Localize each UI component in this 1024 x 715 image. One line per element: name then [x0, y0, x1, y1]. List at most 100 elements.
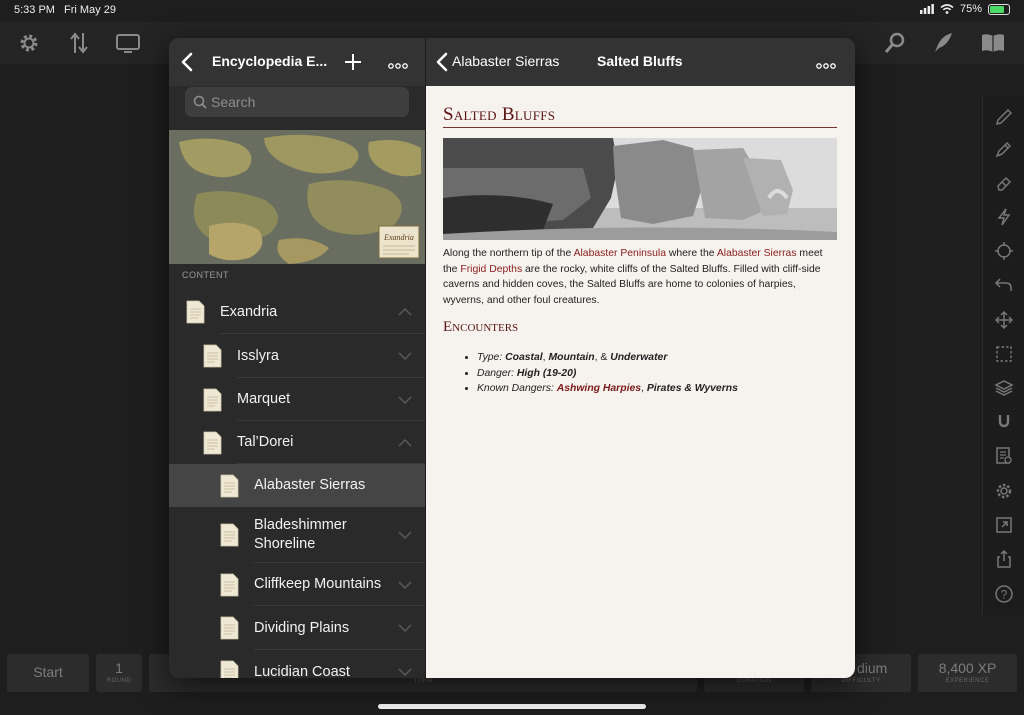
tree-item[interactable]: Bladeshimmer Shoreline — [169, 507, 425, 563]
article-nav-title: Salted Bluffs — [597, 53, 683, 69]
cliffs-photo[interactable] — [443, 138, 837, 240]
tree-item[interactable]: Alabaster Sierras — [169, 464, 425, 507]
tree-item[interactable]: Marquet — [169, 378, 425, 421]
pencil-icon[interactable] — [992, 105, 1016, 129]
chevron-down-icon[interactable] — [397, 530, 413, 540]
search-placeholder: Search — [211, 94, 256, 110]
book-icon[interactable] — [980, 30, 1006, 56]
type-label: Type: — [477, 352, 503, 363]
sidebar-nav-bar: Encyclopedia E... — [169, 38, 425, 86]
tree-item-label: Tal’Dorei — [237, 434, 294, 450]
document-icon — [203, 431, 222, 454]
tree-item[interactable]: Isslyra — [169, 334, 425, 378]
type-value: Underwater — [610, 352, 668, 363]
sidebar-title: Encyclopedia E... — [212, 53, 328, 69]
quill-icon[interactable] — [930, 30, 956, 56]
undo-icon[interactable] — [992, 273, 1016, 297]
chevron-down-icon[interactable] — [397, 395, 413, 405]
notes-icon[interactable] — [992, 444, 1016, 468]
battery-percent: 75% — [959, 3, 982, 15]
search-input[interactable]: Search — [185, 87, 409, 117]
chevron-up-icon[interactable] — [397, 307, 413, 317]
eraser-icon[interactable] — [992, 171, 1016, 195]
document-icon — [203, 388, 222, 411]
battery-icon — [988, 3, 1010, 15]
svg-text:?: ? — [1001, 588, 1008, 602]
danger-value: High (19-20) — [516, 367, 577, 379]
start-button[interactable]: Start — [7, 654, 89, 692]
link-alabaster-sierras[interactable]: Alabaster Sierras — [717, 248, 797, 259]
section-header: CONTENT — [182, 270, 229, 280]
tree-item[interactable]: Tal’Dorei — [169, 421, 425, 464]
display-icon[interactable] — [115, 30, 141, 56]
link-ashwing-harpies[interactable]: Ashwing Harpies — [557, 383, 641, 394]
tree-item-label: Dividing Plains — [254, 619, 350, 636]
body-text: Along the northern tip of the — [443, 248, 574, 259]
tool-rail: ? — [982, 95, 1024, 615]
resize-icon[interactable] — [992, 513, 1016, 537]
document-icon — [220, 660, 239, 678]
signal-icon — [919, 4, 934, 14]
article-pane: Alabaster Sierras Salted Bluffs Salted B… — [426, 38, 855, 678]
share-icon[interactable] — [992, 547, 1016, 571]
list-item: Danger: High (19-20) — [477, 366, 841, 382]
tree-item[interactable]: Cliffkeep Mountains — [169, 563, 425, 606]
tree-item[interactable]: Lucidian Coast — [169, 650, 425, 678]
marker-icon[interactable] — [992, 137, 1016, 161]
encyclopedia-sidebar: Encyclopedia E... Search Exandria CONTEN… — [169, 38, 426, 678]
document-icon — [186, 300, 205, 324]
chevron-down-icon[interactable] — [397, 623, 413, 633]
link-alabaster-peninsula[interactable]: Alabaster Peninsula — [574, 248, 666, 259]
document-icon — [203, 344, 222, 368]
crosshair-icon[interactable] — [992, 239, 1016, 263]
tree-item-label: Marquet — [237, 391, 291, 407]
article-body: Salted Bluffs Along the northern tip of … — [426, 86, 855, 678]
sync-arrows-icon[interactable] — [66, 30, 92, 56]
home-indicator[interactable] — [378, 704, 646, 709]
chevron-up-icon[interactable] — [397, 438, 413, 448]
select-icon[interactable] — [992, 342, 1016, 366]
more-icon[interactable] — [815, 57, 837, 69]
list-item: Known Dangers: Ashwing Harpies, Pirates … — [477, 381, 841, 397]
body-text: where the — [665, 248, 717, 259]
back-chevron-icon[interactable] — [177, 51, 199, 73]
encyclopedia-popover: Encyclopedia E... Search Exandria CONTEN… — [169, 38, 855, 678]
chevron-down-icon[interactable] — [397, 667, 413, 677]
help-icon[interactable]: ? — [992, 582, 1016, 606]
chevron-down-icon[interactable] — [397, 580, 413, 590]
move-icon[interactable] — [992, 308, 1016, 332]
tree-item-label: Isslyra — [237, 347, 279, 364]
type-value: Mountain — [548, 352, 595, 363]
list-item: Type: Coastal, Mountain, & Underwater — [477, 350, 841, 366]
separator: , & — [594, 352, 611, 363]
encounters-heading: Encounters — [443, 319, 519, 335]
title-divider — [443, 127, 837, 128]
tree-item[interactable]: Exandria — [169, 290, 425, 334]
add-icon[interactable] — [343, 52, 363, 72]
status-bar: 5:33 PM Fri May 29 75% — [0, 0, 1024, 22]
known-dangers-label: Known Dangers: — [477, 383, 554, 394]
wifi-icon — [940, 4, 954, 14]
back-button[interactable]: Alabaster Sierras — [452, 53, 559, 69]
document-icon — [220, 523, 239, 547]
tree-item[interactable]: Dividing Plains — [169, 606, 425, 650]
world-map-image[interactable]: Exandria — [169, 130, 425, 264]
more-icon[interactable] — [387, 57, 409, 69]
settings-icon[interactable] — [992, 479, 1016, 503]
magnet-icon[interactable] — [992, 410, 1016, 434]
lightning-icon[interactable] — [992, 205, 1016, 229]
type-value: Coastal — [505, 352, 543, 363]
tree-item-label: Bladeshimmer Shoreline — [254, 517, 347, 552]
experience-field[interactable]: 8,400 XP EXPERIENCE — [918, 654, 1017, 692]
status-date: Fri May 29 — [64, 4, 116, 16]
map-label: Exandria — [383, 233, 414, 242]
link-frigid-depths[interactable]: Frigid Depths — [460, 264, 522, 275]
layers-icon[interactable] — [992, 376, 1016, 400]
document-icon — [220, 474, 239, 497]
back-chevron-icon[interactable] — [434, 51, 450, 73]
magnifier-icon[interactable] — [882, 30, 908, 56]
document-icon — [220, 616, 239, 640]
chevron-down-icon[interactable] — [397, 351, 413, 361]
round-counter[interactable]: 1 ROUND — [96, 654, 142, 692]
gear-icon[interactable] — [16, 30, 42, 56]
